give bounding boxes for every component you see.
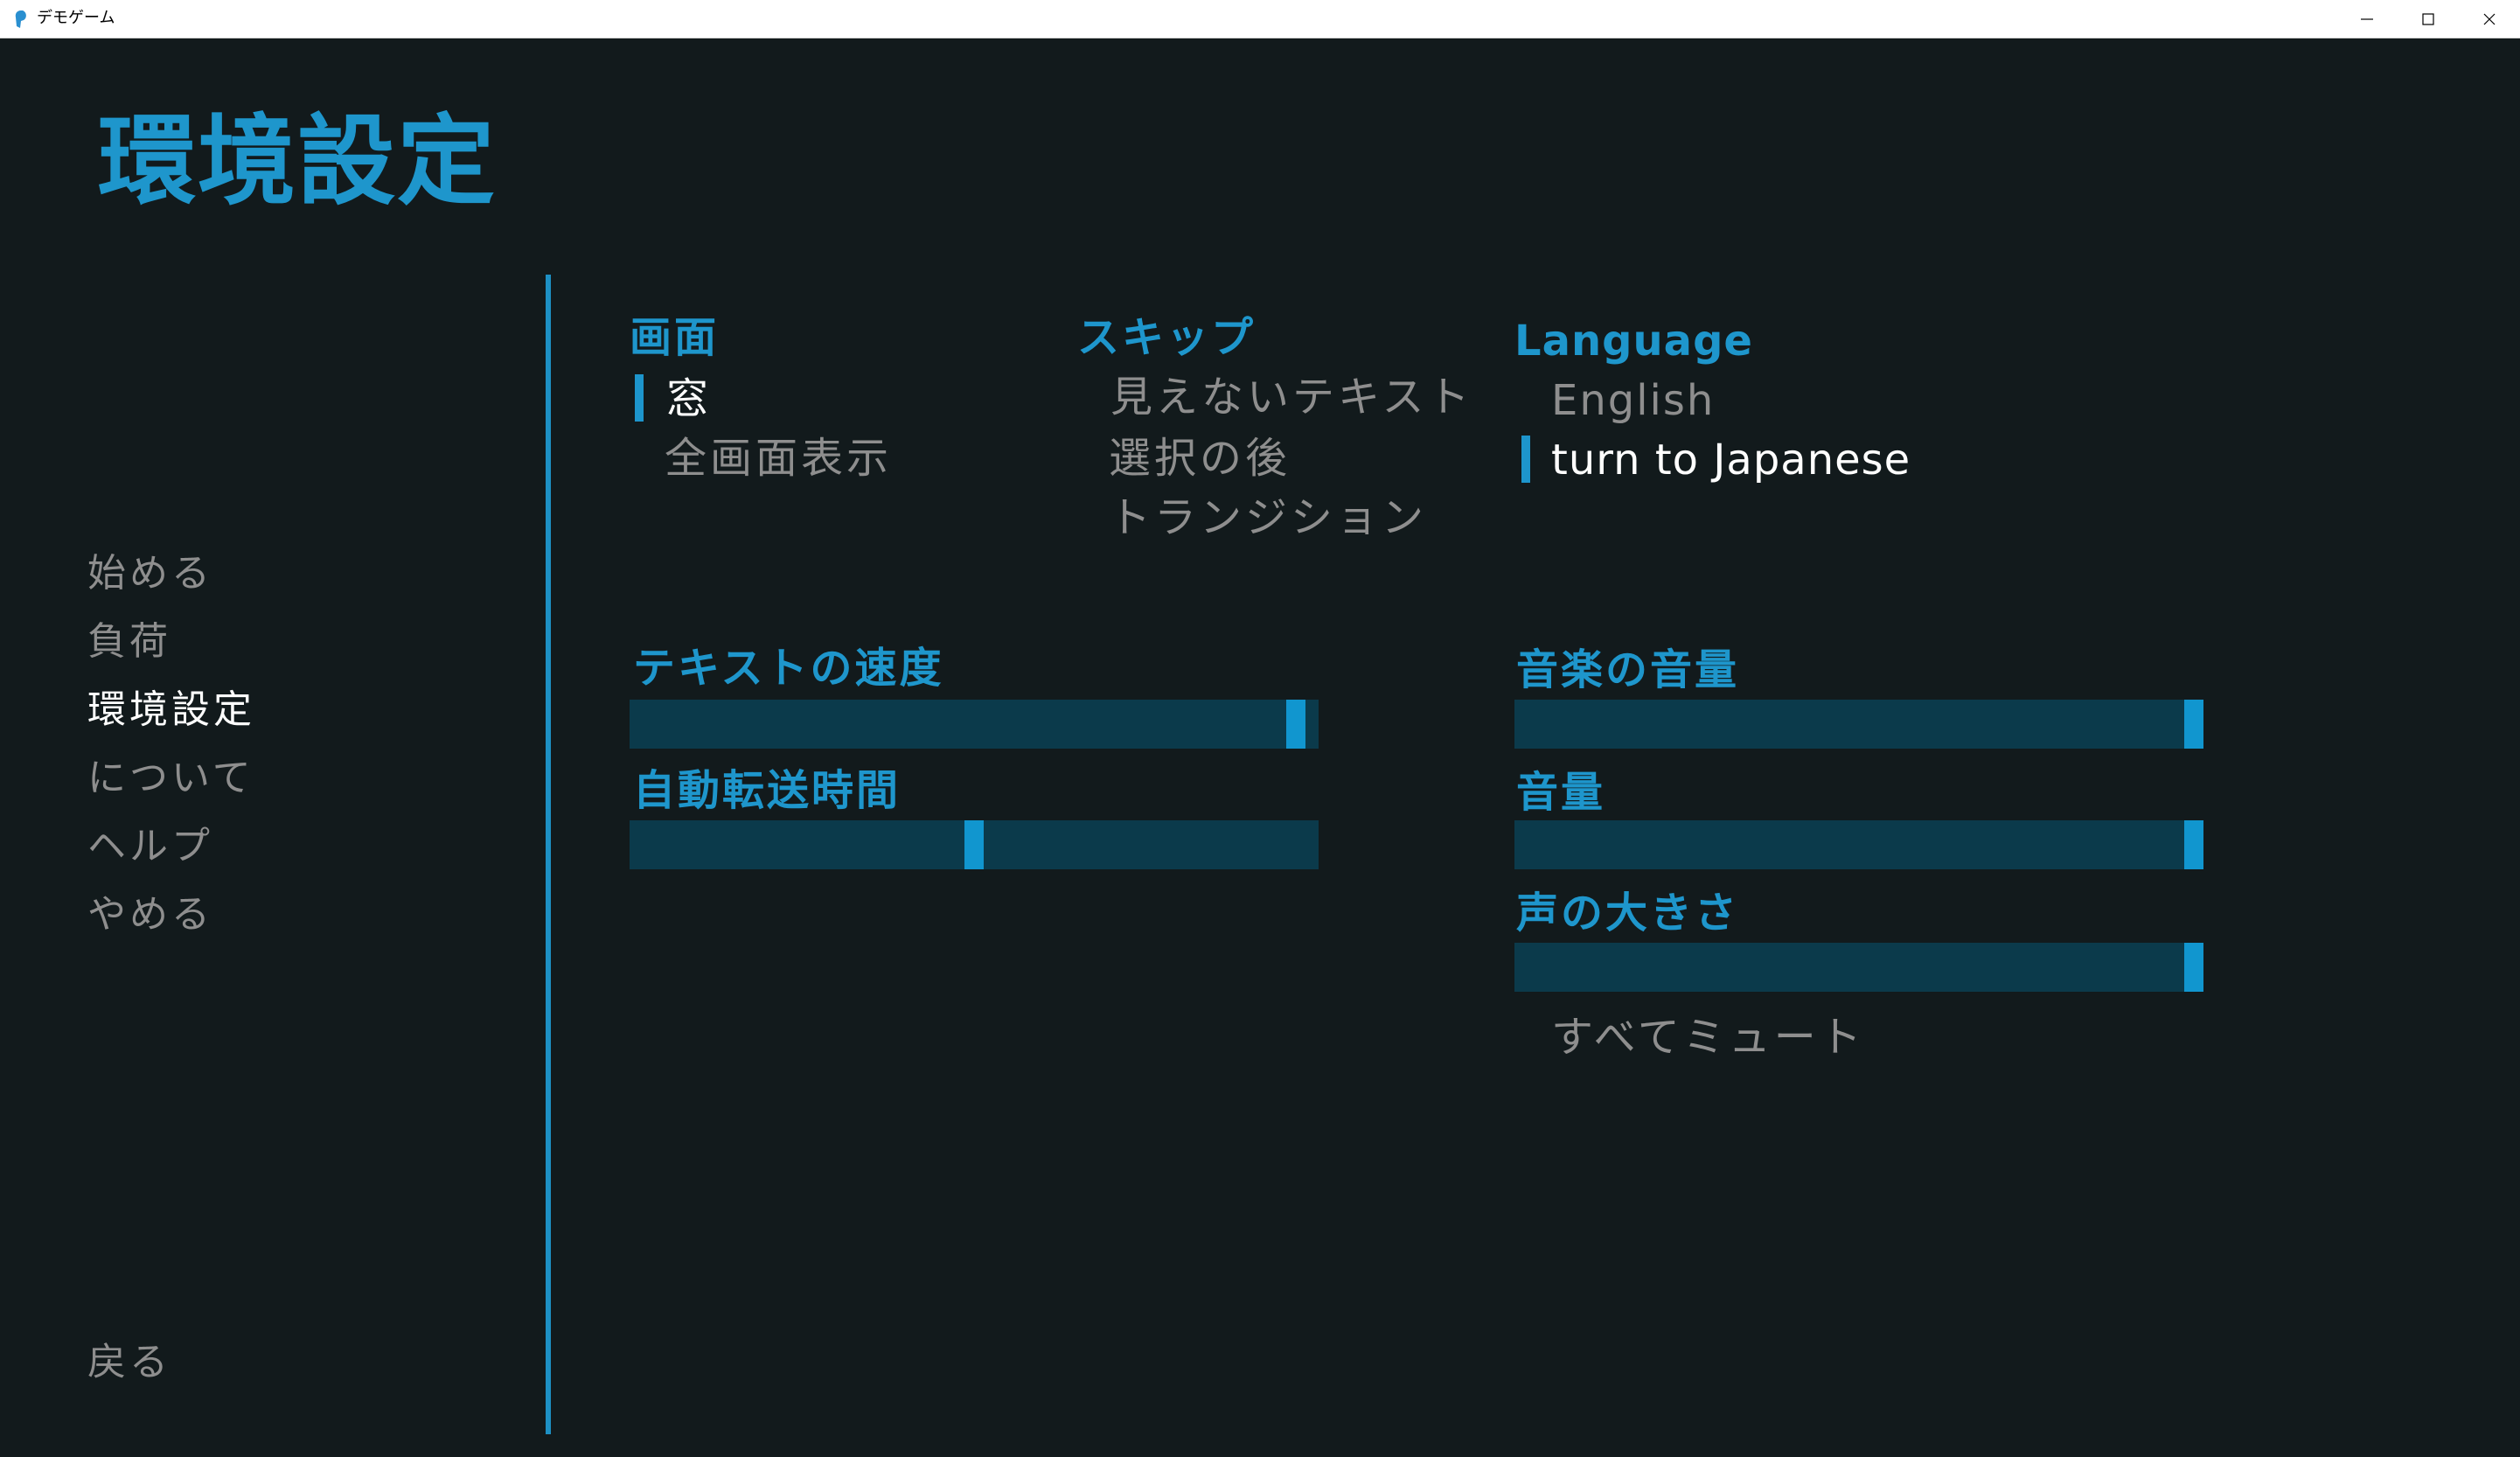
text-speed-slider[interactable] bbox=[630, 700, 1319, 749]
mute-all-button[interactable]: すべてミュート bbox=[1551, 1011, 1865, 1063]
music-volume-label: 音楽の音量 bbox=[1516, 645, 1740, 694]
selection-marker bbox=[1521, 436, 1530, 483]
nav-load[interactable]: 負荷 bbox=[87, 617, 171, 666]
close-button[interactable] bbox=[2459, 0, 2520, 38]
auto-forward-slider[interactable] bbox=[630, 820, 1319, 869]
skip-heading: スキップ bbox=[1077, 313, 1257, 362]
sound-volume-label: 音量 bbox=[1516, 768, 1606, 817]
auto-forward-label: 自動転送時間 bbox=[633, 766, 901, 815]
slider-thumb[interactable] bbox=[2184, 700, 2203, 749]
window-titlebar: デモゲーム bbox=[0, 0, 2520, 38]
slider-thumb[interactable] bbox=[1286, 700, 1305, 749]
selection-marker bbox=[635, 374, 644, 422]
nav-help[interactable]: ヘルプ bbox=[87, 822, 213, 871]
app-icon bbox=[15, 10, 26, 28]
voice-volume-label: 声の大きさ bbox=[1516, 889, 1740, 938]
minimize-button[interactable] bbox=[2336, 0, 2398, 38]
window-title: デモゲーム bbox=[37, 9, 115, 27]
option-skip-after-choices[interactable]: 選択の後 bbox=[1109, 432, 1291, 485]
page-title: 環境設定 bbox=[98, 105, 497, 219]
display-heading: 画面 bbox=[630, 313, 720, 362]
maximize-icon bbox=[2422, 13, 2434, 25]
option-skip-unseen[interactable]: 見えないテキスト bbox=[1110, 371, 1473, 423]
maximize-button[interactable] bbox=[2398, 0, 2459, 38]
slider-thumb[interactable] bbox=[964, 820, 984, 869]
close-icon bbox=[2483, 13, 2496, 25]
nav-about[interactable]: について bbox=[87, 754, 254, 803]
option-skip-transitions[interactable]: トランジション bbox=[1109, 491, 1427, 544]
slider-thumb[interactable] bbox=[2184, 943, 2203, 992]
nav-start[interactable]: 始める bbox=[87, 549, 213, 598]
menu-divider bbox=[546, 275, 551, 1434]
voice-volume-slider[interactable] bbox=[1514, 943, 2203, 992]
option-japanese[interactable]: turn to Japanese bbox=[1551, 434, 1911, 486]
text-speed-label: テキストの速度 bbox=[633, 644, 944, 693]
music-volume-slider[interactable] bbox=[1514, 700, 2203, 749]
option-windowed[interactable]: 窓 bbox=[666, 373, 712, 425]
game-screen: 環境設定 始める 負荷 環境設定 について ヘルプ やめる 戻る 画面 窓 全画… bbox=[0, 38, 2520, 1457]
language-heading: Language bbox=[1514, 317, 1753, 366]
option-fullscreen[interactable]: 全画面表示 bbox=[665, 432, 892, 485]
minimize-icon bbox=[2361, 18, 2373, 20]
nav-preferences[interactable]: 環境設定 bbox=[87, 686, 255, 735]
sound-volume-slider[interactable] bbox=[1514, 820, 2203, 869]
nav-back[interactable]: 戻る bbox=[87, 1338, 171, 1387]
nav-quit[interactable]: やめる bbox=[87, 890, 213, 939]
slider-thumb[interactable] bbox=[2184, 820, 2203, 869]
option-english[interactable]: English bbox=[1551, 374, 1715, 427]
